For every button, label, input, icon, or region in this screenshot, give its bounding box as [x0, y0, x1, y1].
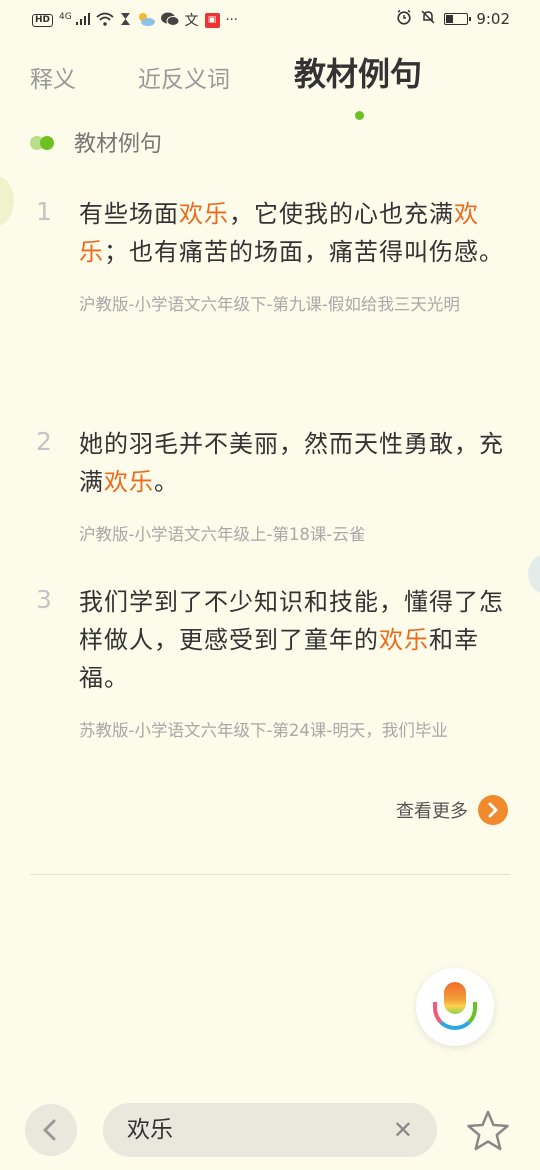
sentence-item[interactable]: 1 有些场面欢乐，它使我的心也充满欢乐；也有痛苦的场面，痛苦得叫伤感。 沪教版-…	[0, 195, 540, 425]
wifi-icon	[95, 12, 114, 29]
sentence-text: 她的羽毛并不美丽，然而天性勇敢，充满欢乐。	[79, 425, 510, 501]
sentence-number: 2	[36, 427, 52, 456]
back-button[interactable]	[25, 1104, 77, 1156]
weather-icon	[137, 12, 155, 29]
sentence-text: 我们学到了不少知识和技能，懂得了怎样做人，更感受到了童年的欢乐和幸福。	[79, 583, 510, 697]
close-icon[interactable]: ✕	[393, 1103, 413, 1157]
sentence-number: 1	[36, 197, 52, 226]
mute-icon	[420, 9, 436, 29]
sentence-source: 沪教版-小学语文六年级下-第九课-假如给我三天光明	[79, 295, 460, 314]
view-more-button[interactable]: 查看更多	[396, 795, 508, 825]
search-input[interactable]: 欢乐 ✕	[103, 1103, 437, 1157]
star-outline-icon[interactable]	[465, 1109, 511, 1157]
section-title: 教材例句	[74, 132, 163, 157]
divider	[30, 874, 510, 875]
section-dots-icon	[30, 134, 60, 150]
sentence-list: 1 有些场面欢乐，它使我的心也充满欢乐；也有痛苦的场面，痛苦得叫伤感。 沪教版-…	[0, 195, 540, 773]
bottom-bar: 欢乐 ✕	[0, 1095, 540, 1170]
sentence-text: 有些场面欢乐，它使我的心也充满欢乐；也有痛苦的场面，痛苦得叫伤感。	[79, 195, 510, 271]
sentence-item[interactable]: 2 她的羽毛并不美丽，然而天性勇敢，充满欢乐。 沪教版-小学语文六年级上-第18…	[0, 425, 540, 583]
app-icon: ▣	[204, 12, 220, 28]
sentence-segment: 。	[154, 468, 179, 496]
tab-synonyms-antonyms[interactable]: 近反义词	[138, 60, 230, 100]
sentence-item[interactable]: 3 我们学到了不少知识和技能，懂得了怎样做人，更感受到了童年的欢乐和幸福。 苏教…	[0, 583, 540, 773]
status-time: 9:02	[476, 10, 510, 28]
section-header: 教材例句	[30, 125, 162, 159]
sentence-segment: 有些场面	[79, 200, 179, 228]
sentence-segment: ；也有痛苦的场面，痛苦得叫伤感。	[104, 238, 504, 266]
highlighted-keyword: 欢乐	[104, 468, 154, 496]
search-input-value: 欢乐	[127, 1117, 173, 1143]
hd-icon: HD	[32, 13, 54, 27]
tab-definition[interactable]: 释义	[30, 60, 76, 100]
microphone-stand	[433, 1002, 477, 1030]
signal-icon: 4G	[59, 12, 90, 28]
battery-icon	[444, 13, 472, 25]
sentence-number: 3	[36, 585, 52, 614]
hourglass-icon	[120, 12, 131, 29]
wechat-icon	[160, 12, 180, 29]
tab-active-indicator	[355, 111, 364, 120]
highlighted-keyword: 欢乐	[379, 626, 429, 654]
status-bar: HD 4G 文 ▣ ··· 9:02	[0, 0, 540, 38]
sentence-source: 苏教版-小学语文六年级下-第24课-明天，我们毕业	[79, 721, 448, 740]
voice-input-button[interactable]	[416, 968, 494, 1046]
sentence-source: 沪教版-小学语文六年级上-第18课-云雀	[79, 525, 366, 544]
more-notifications: ···	[225, 12, 238, 28]
view-more-label: 查看更多	[396, 801, 468, 822]
tab-bar: 释义 近反义词 教材例句	[30, 55, 510, 120]
chevron-left-icon	[43, 1119, 56, 1141]
alarm-icon	[396, 9, 412, 29]
chevron-right-icon	[478, 795, 508, 825]
app-icon: 文	[184, 13, 199, 29]
highlighted-keyword: 欢乐	[179, 200, 229, 228]
tab-textbook-examples[interactable]: 教材例句	[294, 54, 422, 94]
sentence-segment: ，它使我的心也充满	[229, 200, 454, 228]
